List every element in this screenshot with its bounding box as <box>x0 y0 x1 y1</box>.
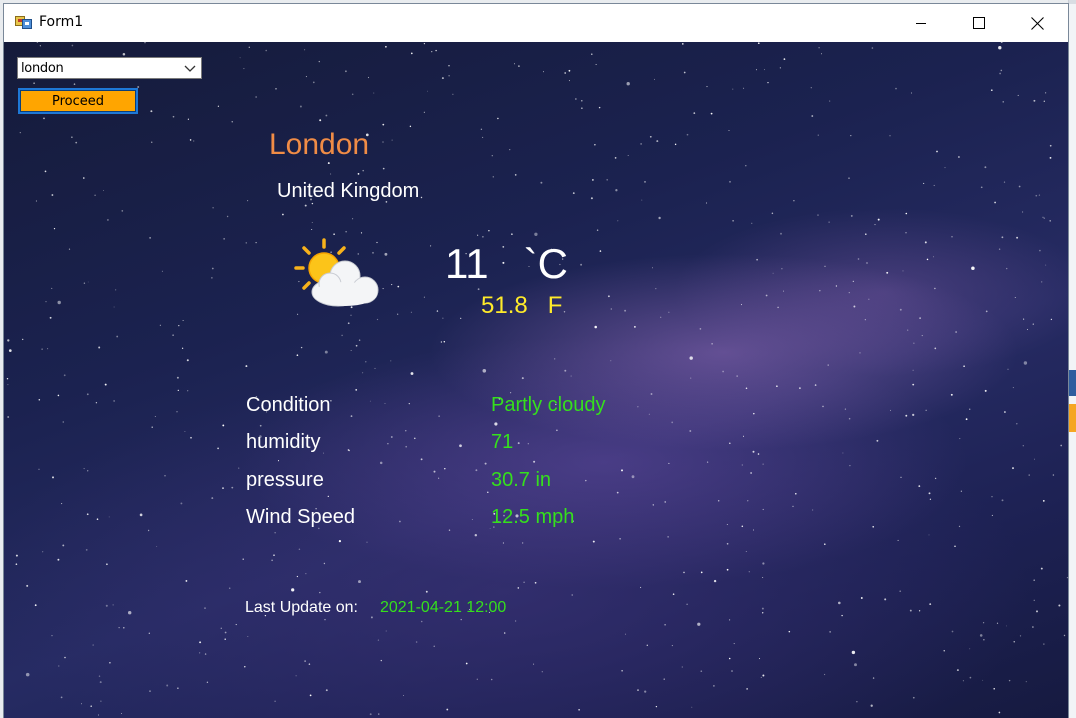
minimize-icon <box>916 23 926 24</box>
city-select-value: london <box>21 61 64 76</box>
pressure-value: 30.7 in <box>491 469 552 491</box>
window-title: Form1 <box>39 14 84 30</box>
maximize-icon <box>973 17 985 29</box>
form-app-icon <box>15 16 32 29</box>
maximize-button[interactable] <box>950 4 1008 42</box>
city-name: London <box>269 128 370 161</box>
close-icon <box>1030 16 1044 30</box>
close-button[interactable] <box>1008 4 1066 42</box>
wind-speed-label: Wind Speed <box>246 506 355 528</box>
background-window-edge <box>1068 0 1076 718</box>
minimize-button[interactable] <box>892 4 950 42</box>
chevron-down-icon[interactable] <box>183 61 197 75</box>
form-client-area: london Proceed London United Kingdom 11 … <box>4 42 1068 718</box>
wind-speed-value: 12.5 mph <box>491 506 575 528</box>
title-bar[interactable]: Form1 <box>4 4 1068 42</box>
starfield-background <box>6 42 1068 716</box>
temperature-celsius: 11 `C <box>445 240 568 287</box>
partly-cloudy-icon <box>294 238 379 307</box>
humidity-value: 71 <box>491 431 514 453</box>
condition-label: Condition <box>246 394 331 416</box>
app-window: Form1 london Proceed London United Kingd… <box>4 4 1068 718</box>
temperature-fahrenheit: 51.8 F <box>481 292 563 319</box>
pressure-label: pressure <box>246 469 324 491</box>
city-select[interactable]: london <box>17 57 202 79</box>
last-update-label: Last Update on: <box>245 599 358 616</box>
condition-value: Partly cloudy <box>491 394 606 416</box>
last-update-value: 2021-04-21 12:00 <box>380 599 507 616</box>
humidity-label: humidity <box>246 431 321 453</box>
country-name: United Kingdom <box>277 180 420 202</box>
proceed-button[interactable]: Proceed <box>18 88 138 114</box>
